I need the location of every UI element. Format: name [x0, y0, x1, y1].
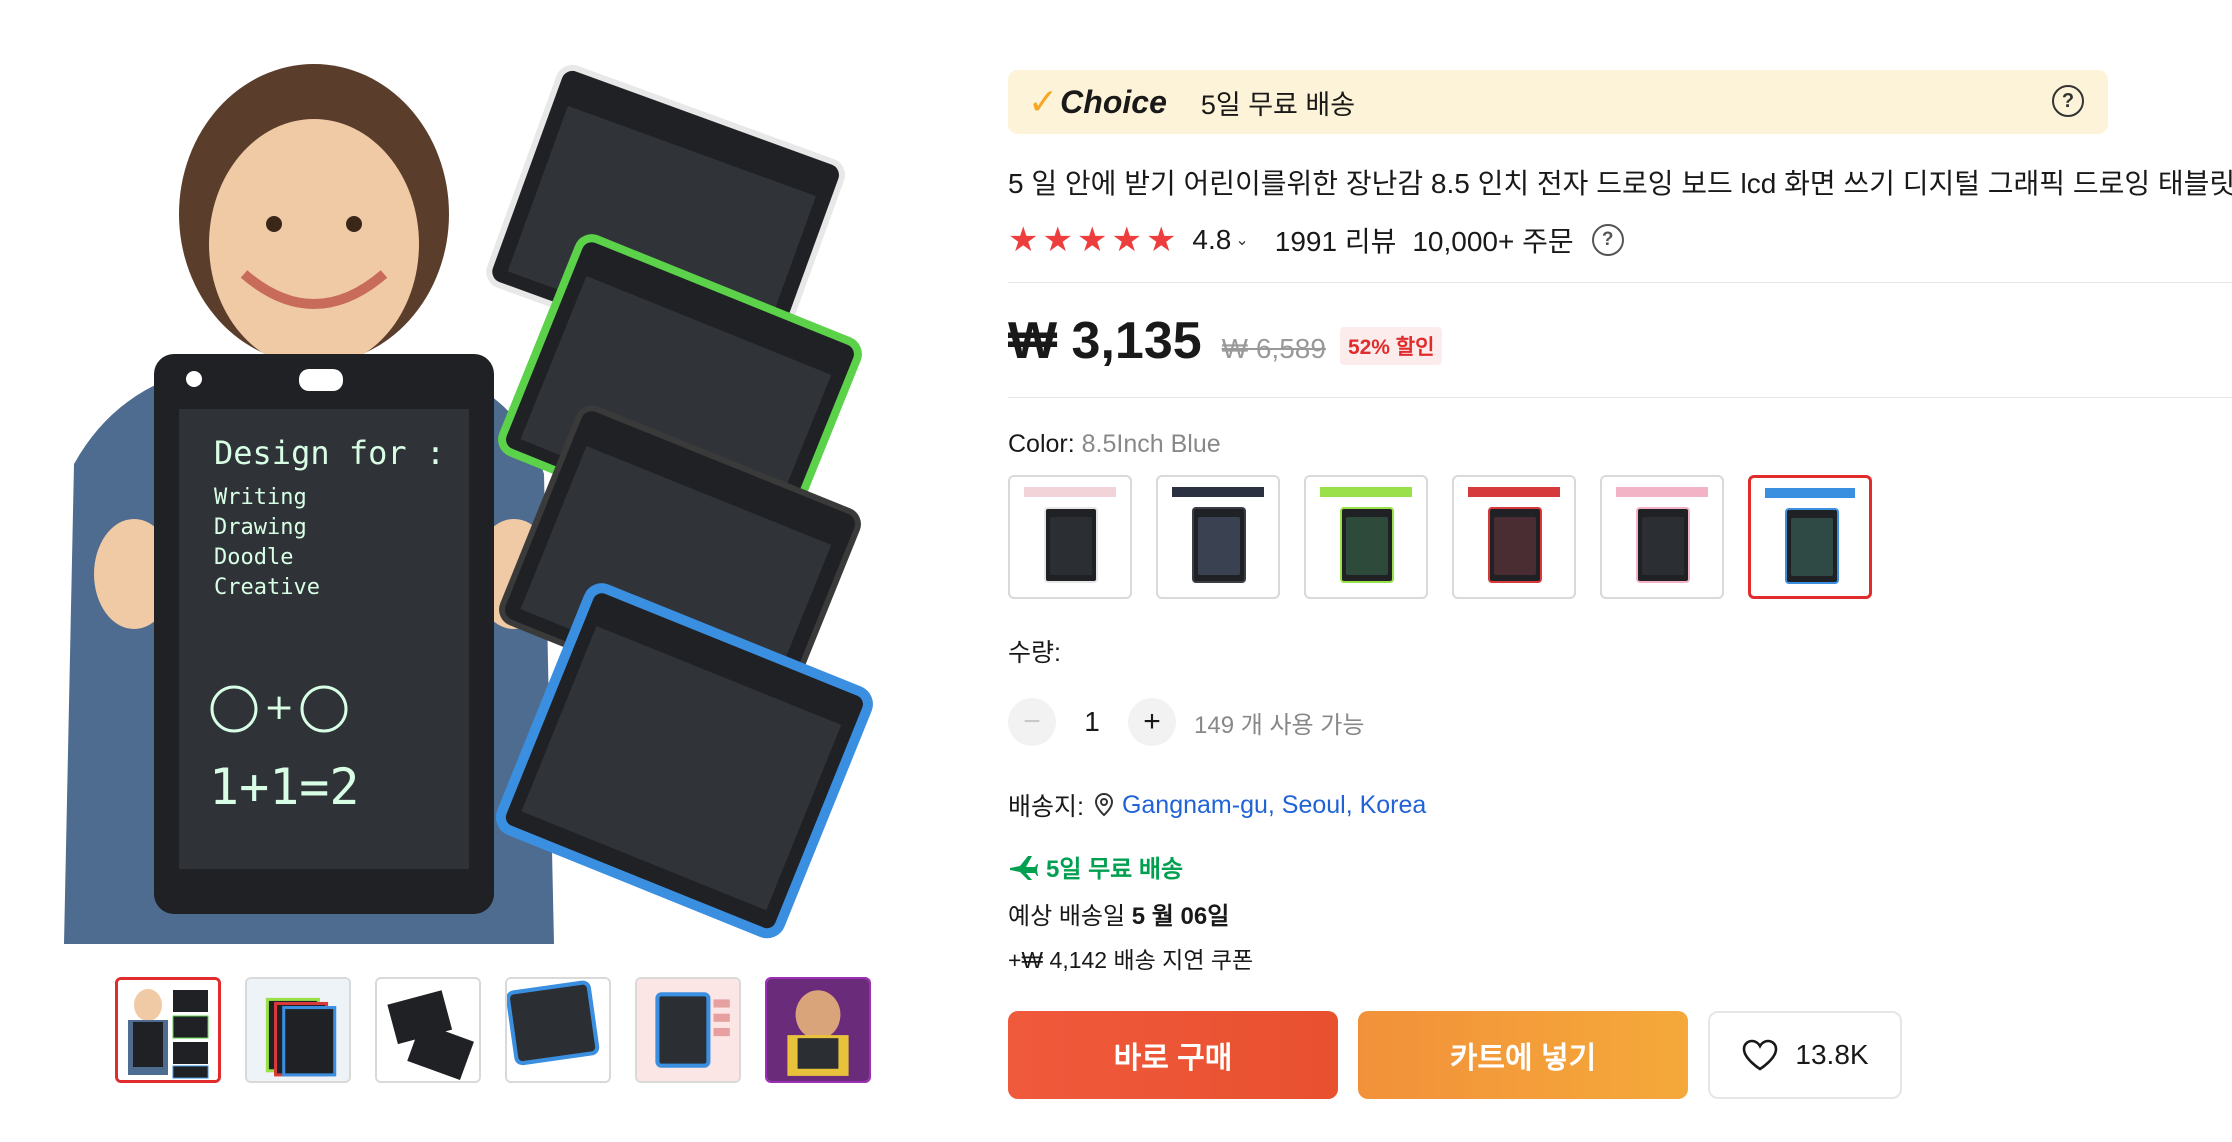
- tablet-line-2: Drawing: [214, 515, 307, 540]
- action-buttons: 바로 구매 카트에 넣기 13.8K: [1008, 1011, 2232, 1099]
- thumbnail-1[interactable]: [115, 977, 221, 1083]
- star-icon: ★: [1076, 221, 1108, 259]
- wishlist-count: 13.8K: [1795, 1039, 1869, 1070]
- rating-row: ★ ★ ★ ★ ★ 4.8 ⌄ 1991 리뷰 10,000+ 주문 ?: [1008, 220, 2232, 260]
- rating-value[interactable]: 4.8: [1192, 224, 1231, 256]
- buy-now-button[interactable]: 바로 구매: [1008, 1011, 1338, 1099]
- tablet-heading-text: Design for :: [214, 434, 445, 472]
- star-icon: ★: [1145, 221, 1177, 259]
- swatch-tablet: [1340, 507, 1394, 583]
- swatch-strip: [1765, 488, 1855, 498]
- thumbnail-strip: [115, 977, 871, 1083]
- tablet-line-1: Writing: [214, 485, 307, 510]
- thumbnail-3[interactable]: [375, 977, 481, 1083]
- color-option-pink[interactable]: [1600, 475, 1724, 599]
- help-icon[interactable]: ?: [2052, 85, 2084, 117]
- choice-shipping-text: 5일 무료 배송: [1200, 89, 1356, 120]
- add-to-cart-button[interactable]: 카트에 넣기: [1358, 1011, 1688, 1099]
- order-count: 10,000+ 주문: [1412, 226, 1574, 257]
- color-option-red[interactable]: [1452, 475, 1576, 599]
- review-count[interactable]: 1991 리뷰: [1275, 220, 1397, 260]
- estimated-delivery-prefix: 예상 배송일: [1008, 903, 1132, 930]
- fast-delivery-label: 5일 무료 배송: [1008, 849, 2232, 884]
- orders-help-icon[interactable]: ?: [1591, 224, 1624, 256]
- shipping-label: 배송지:: [1008, 793, 1084, 821]
- main-product-image[interactable]: Design for : Writing Drawing Doodle Crea…: [44, 44, 944, 944]
- quantity-stepper: − 1 + 149 개 사용 가능: [1008, 697, 2232, 747]
- original-price: ₩ 6,589: [1221, 333, 1326, 364]
- thumbnail-6[interactable]: [765, 977, 871, 1083]
- location-pin-icon: [1094, 793, 1113, 817]
- swatch-tablet: [1785, 508, 1839, 584]
- delay-coupon: +₩ 4,142 배송 지연 쿠폰: [1008, 947, 1254, 973]
- discount-badge: 52% 할인: [1339, 327, 1443, 365]
- tablet-line-4: Creative: [214, 575, 320, 600]
- choice-logo: ✓ Choice: [1028, 81, 1167, 123]
- check-icon: ✓: [1028, 81, 1059, 122]
- swatch-tablet: [1192, 507, 1246, 583]
- selected-color: 8.5Inch Blue: [1081, 430, 1221, 458]
- choice-logo-text: Choice: [1060, 83, 1167, 120]
- thumbnail-2[interactable]: [245, 977, 351, 1083]
- chevron-down-icon[interactable]: ⌄: [1235, 230, 1248, 250]
- swatch-strip: [1024, 487, 1116, 497]
- divider: [1008, 397, 2232, 398]
- color-option-black[interactable]: [1156, 475, 1280, 599]
- swatch-strip: [1468, 487, 1560, 497]
- rating-stars: ★ ★ ★ ★ ★: [1008, 220, 1176, 260]
- product-title: 5 일 안에 받기 어린이를위한 장난감 8.5 인치 전자 드로잉 보드 lc…: [1008, 168, 2232, 199]
- swatch-tablet: [1488, 507, 1542, 583]
- swatch-tablet: [1636, 507, 1690, 583]
- color-option-blue[interactable]: [1748, 475, 1872, 599]
- wishlist-button[interactable]: 13.8K: [1708, 1011, 1902, 1099]
- star-icon: ★: [1008, 221, 1039, 259]
- color-option-green[interactable]: [1304, 475, 1428, 599]
- quantity-label: 수량:: [1008, 639, 1061, 667]
- shipping-destination: 배송지: Gangnam-gu, Seoul, Korea: [1008, 787, 2232, 823]
- star-icon: ★: [1042, 221, 1073, 259]
- current-price: ₩ 3,135: [1008, 312, 1202, 370]
- color-swatches: [1008, 475, 2232, 599]
- fast-delivery-text: 5일 무료 배송: [1046, 856, 1184, 883]
- product-info-panel: ✓ Choice 5일 무료 배송 ? 5 일 안에 받기 어린이를위한 장난감…: [1008, 70, 2232, 1099]
- swatch-strip: [1172, 487, 1264, 497]
- swatch-tablet: [1044, 507, 1098, 583]
- quantity-increase-button[interactable]: +: [1128, 698, 1176, 746]
- estimated-delivery: 예상 배송일 5 월 06일: [1008, 896, 2232, 931]
- swatch-strip: [1616, 487, 1708, 497]
- quantity-decrease-button[interactable]: −: [1008, 698, 1056, 746]
- svg-text:+: +: [264, 687, 294, 728]
- heart-icon: [1743, 1039, 1778, 1071]
- choice-banner: ✓ Choice 5일 무료 배송 ?: [1008, 70, 2108, 134]
- shipping-location-link[interactable]: Gangnam-gu, Seoul, Korea: [1122, 791, 1426, 820]
- color-option-white[interactable]: [1008, 475, 1132, 599]
- thumbnail-4[interactable]: [505, 977, 611, 1083]
- airplane-icon: [1010, 855, 1038, 880]
- stock-available: 149 개 사용 가능: [1194, 711, 1365, 739]
- divider: [1008, 282, 2232, 283]
- thumbnail-5[interactable]: [635, 977, 741, 1083]
- estimated-delivery-date: 5 월 06일: [1131, 903, 1230, 930]
- color-label-text: Color:: [1008, 430, 1082, 458]
- price-row: ₩ 3,135 ₩ 6,589 52% 할인: [1008, 311, 2232, 375]
- tablet-equation: 1+1=2: [209, 758, 360, 816]
- tablet-line-3: Doodle: [214, 545, 293, 570]
- star-icon: ★: [1111, 221, 1142, 259]
- quantity-value[interactable]: 1: [1056, 706, 1128, 738]
- color-label: Color: 8.5Inch Blue: [1008, 430, 2232, 459]
- swatch-strip: [1320, 487, 1412, 497]
